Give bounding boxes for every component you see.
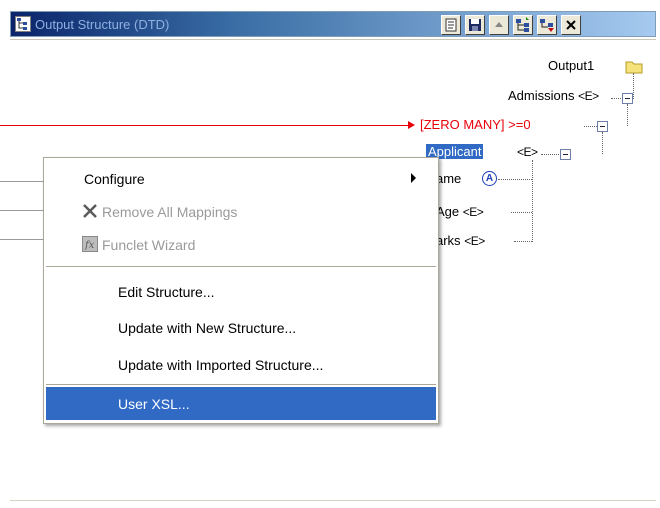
- notes-icon[interactable]: [441, 15, 461, 35]
- menu-item-remove-all-mappings[interactable]: Remove All Mappings: [46, 195, 436, 228]
- remove-x-icon: [82, 203, 98, 219]
- menu-item-user-xsl[interactable]: User XSL...: [46, 387, 436, 420]
- tree-node-admissions[interactable]: Admissions <E>: [508, 88, 599, 103]
- folder-icon: [625, 60, 643, 74]
- canvas-bottom-border: [10, 500, 656, 501]
- mapping-arrowhead: [408, 121, 415, 129]
- element-badge: <E>: [517, 145, 538, 159]
- collapse-toggle-zero-many[interactable]: [597, 121, 608, 132]
- tree-root-output1[interactable]: Output1: [548, 58, 594, 73]
- tree-connector: [511, 212, 532, 213]
- tree-node-name[interactable]: ame: [436, 171, 461, 186]
- funclet-wizard-icon: fx: [82, 236, 98, 252]
- submenu-arrow-icon: [411, 173, 416, 183]
- menu-item-funclet-wizard[interactable]: fx Funclet Wizard: [46, 228, 436, 261]
- expand-tree-icon[interactable]: [513, 15, 533, 35]
- tree-node-age[interactable]: Age <E>: [436, 204, 484, 219]
- mapping-line[interactable]: [0, 210, 45, 211]
- menu-item-update-new-structure[interactable]: Update with New Structure...: [46, 311, 436, 344]
- save-icon[interactable]: [465, 15, 485, 35]
- tree-node-marks[interactable]: arks <E>: [436, 233, 485, 248]
- element-badge: <E>: [578, 89, 599, 103]
- tree-connector: [498, 179, 532, 180]
- tree-connector: [602, 132, 603, 154]
- tree-connector: [627, 104, 628, 126]
- menu-separator: [46, 384, 436, 385]
- context-menu: Configure Remove All Mappings fx Funclet…: [43, 157, 439, 424]
- tree-connector: [532, 160, 533, 242]
- collapse-toggle-applicant[interactable]: [560, 149, 571, 160]
- attribute-badge: A: [482, 171, 497, 186]
- collapse-toggle-admissions[interactable]: [622, 93, 633, 104]
- window-caption[interactable]: Output Structure (DTD): [10, 11, 656, 37]
- close-icon[interactable]: [561, 15, 581, 35]
- mapping-line[interactable]: [0, 125, 410, 126]
- tree-connector: [541, 154, 561, 155]
- menu-separator: [46, 266, 436, 267]
- collapse-tree-icon[interactable]: [537, 15, 557, 35]
- tree-connector: [633, 73, 634, 99]
- mapping-line[interactable]: [0, 239, 45, 240]
- scroll-up-icon[interactable]: [489, 15, 509, 35]
- menu-item-configure[interactable]: Configure: [46, 162, 436, 195]
- svg-text:fx: fx: [84, 240, 95, 251]
- tree-connector: [514, 241, 532, 242]
- mapping-line[interactable]: [0, 181, 45, 182]
- element-badge: <E>: [462, 205, 484, 219]
- element-badge: <E>: [464, 234, 485, 248]
- menu-item-update-imported-structure[interactable]: Update with Imported Structure...: [46, 348, 436, 381]
- tree-node-zero-many[interactable]: [ZERO MANY] >=0: [420, 117, 531, 132]
- menu-item-edit-structure[interactable]: Edit Structure...: [46, 275, 436, 308]
- window-title: Output Structure (DTD): [35, 17, 170, 32]
- structure-icon: [15, 16, 31, 32]
